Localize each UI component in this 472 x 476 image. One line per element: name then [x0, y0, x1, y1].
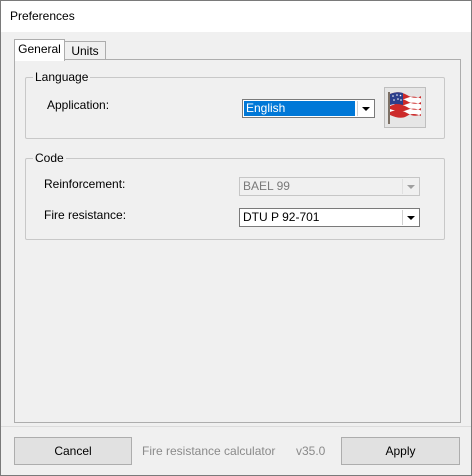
- title-bar: Preferences: [1, 1, 471, 32]
- us-flag-icon: [388, 92, 421, 124]
- window-title: Preferences: [10, 9, 75, 23]
- reinforcement-value: BAEL 99: [243, 179, 290, 193]
- reinforcement-select: BAEL 99: [239, 177, 420, 196]
- chevron-down-icon[interactable]: [357, 101, 373, 116]
- application-label: Application:: [47, 98, 110, 112]
- apply-button[interactable]: Apply: [341, 437, 460, 465]
- tab-general[interactable]: General: [14, 39, 65, 61]
- fire-resistance-label: Fire resistance:: [44, 208, 127, 222]
- application-language-select[interactable]: English: [242, 99, 375, 118]
- reinforcement-label: Reinforcement:: [44, 177, 126, 191]
- fire-resistance-value: DTU P 92-701: [243, 210, 320, 224]
- code-group-legend: Code: [33, 151, 66, 165]
- code-group: Code: [25, 151, 445, 240]
- fire-resistance-select[interactable]: DTU P 92-701: [239, 208, 420, 227]
- tab-units[interactable]: Units: [64, 41, 106, 61]
- app-name-text: Fire resistance calculator: [142, 444, 276, 458]
- language-group-legend: Language: [33, 70, 91, 84]
- chevron-down-icon[interactable]: [402, 210, 418, 225]
- preferences-window: Preferences General Units Language Appli…: [0, 0, 472, 476]
- flag-button[interactable]: [384, 87, 426, 128]
- version-text: v35.0: [296, 444, 326, 458]
- chevron-down-icon: [402, 179, 418, 194]
- application-language-value: English: [244, 101, 355, 116]
- footer-separator: [1, 426, 471, 427]
- cancel-button[interactable]: Cancel: [14, 437, 132, 465]
